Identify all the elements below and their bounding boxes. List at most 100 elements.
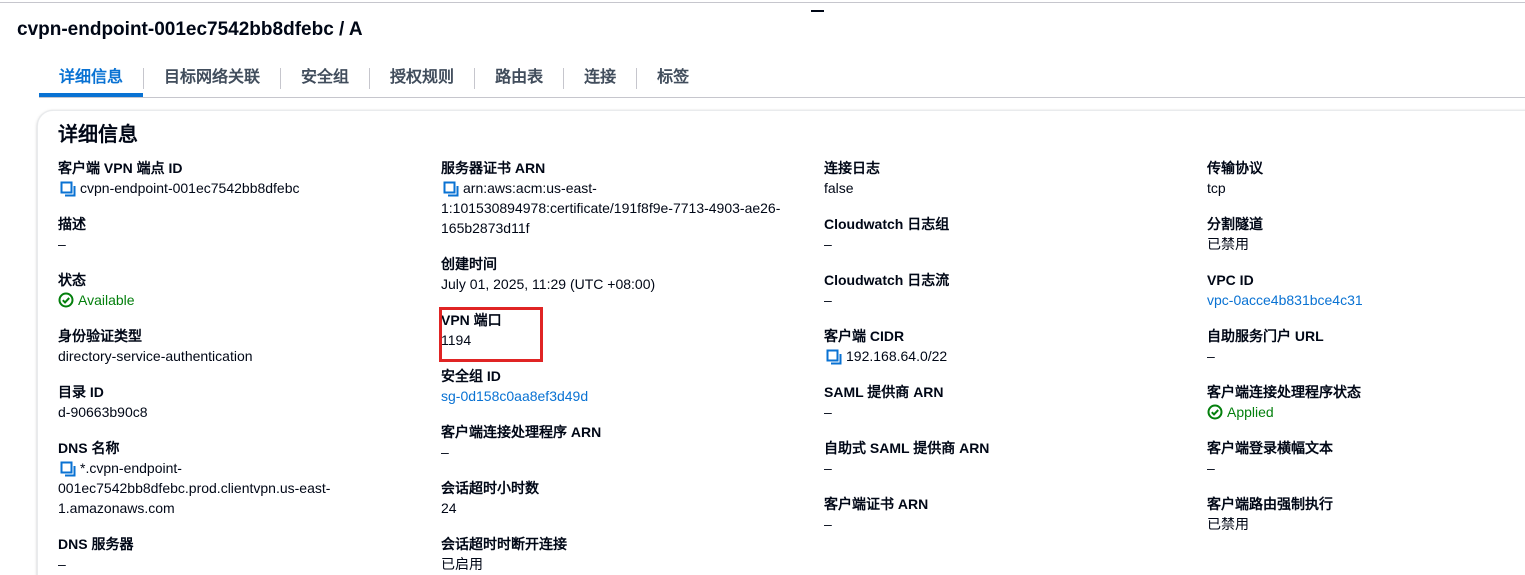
field-label: 连接日志 (824, 160, 880, 176)
resize-handle-icon[interactable] (811, 10, 824, 12)
field-value: – (1207, 348, 1215, 364)
status-text: Applied (1227, 404, 1274, 420)
field-label: SAML 提供商 ARN (824, 384, 944, 400)
field-label: 描述 (58, 216, 86, 232)
status-text: Available (78, 292, 135, 308)
field-server-cert-arn: 服务器证书 ARN arn:aws:acm:us-east- 1:1015308… (441, 156, 816, 252)
tab-bar-divider (39, 97, 1525, 98)
vpc-id-link[interactable]: vpc-0acce4b831bce4c31 (1207, 290, 1517, 310)
field-label: 创建时间 (441, 256, 497, 272)
field-value: – (441, 444, 449, 460)
field-label: 客户端登录横幅文本 (1207, 440, 1333, 456)
field-value: arn:aws:acm:us-east- (463, 180, 597, 196)
field-value: d-90663b90c8 (58, 404, 148, 420)
field-label: 会话超时小时数 (441, 480, 539, 496)
tab-target-network-associations[interactable]: 目标网络关联 (144, 62, 280, 94)
field-value-line: 1:101530894978:certificate/191f8f9e-7713… (441, 200, 781, 216)
tab-details[interactable]: 详细信息 (39, 62, 144, 97)
field-client-cert-arn: 客户端证书 ARN – (824, 492, 1184, 548)
tab-connections[interactable]: 连接 (564, 62, 636, 94)
field-label: 身份验证类型 (58, 328, 142, 344)
field-client-connect-handler-status: 客户端连接处理程序状态 Applied (1207, 380, 1517, 436)
field-dns-servers: DNS 服务器 – (58, 532, 408, 575)
field-session-timeout-hours: 会话超时小时数 24 (441, 476, 816, 532)
field-label: 客户端连接处理程序 ARN (441, 424, 602, 440)
field-label: 状态 (58, 272, 86, 288)
field-label: 客户端路由强制执行 (1207, 496, 1333, 512)
field-client-login-banner-text: 客户端登录横幅文本 – (1207, 436, 1517, 492)
field-value: – (824, 236, 832, 252)
field-value: directory-service-authentication (58, 348, 253, 364)
field-description: 描述 – (58, 212, 408, 268)
field-value: 已禁用 (1207, 516, 1249, 532)
field-value: 已启用 (441, 556, 483, 572)
field-value: *.cvpn-endpoint- (80, 460, 182, 476)
check-circle-icon (1207, 404, 1223, 420)
field-value-line: 1.amazonaws.com (58, 500, 175, 516)
details-column-4: 传输协议 tcp 分割隧道 已禁用 VPC ID vpc-0acce4b831b… (1207, 156, 1517, 548)
field-label: 自助服务门户 URL (1207, 328, 1324, 344)
field-saml-provider-arn: SAML 提供商 ARN – (824, 380, 1184, 436)
tab-tags[interactable]: 标签 (637, 62, 709, 94)
field-created-time: 创建时间 July 01, 2025, 11:29 (UTC +08:00) (441, 252, 816, 308)
field-label: 传输协议 (1207, 160, 1263, 176)
copy-icon[interactable] (824, 346, 846, 366)
field-label: 分割隧道 (1207, 216, 1263, 232)
top-divider (0, 2, 1525, 3)
field-security-group-id: 安全组 ID sg-0d158c0aa8ef3d49d (441, 364, 816, 420)
field-label: 客户端证书 ARN (824, 496, 929, 512)
field-value: 已禁用 (1207, 236, 1249, 252)
field-label: 客户端 CIDR (824, 328, 905, 344)
details-column-3: 连接日志 false Cloudwatch 日志组 – Cloudwatch 日… (824, 156, 1184, 548)
tab-security-groups[interactable]: 安全组 (281, 62, 369, 94)
page: cvpn-endpoint-001ec7542bb8dfebc / A 详细信息… (0, 0, 1525, 575)
field-transport-protocol: 传输协议 tcp (1207, 156, 1517, 212)
tab-route-table[interactable]: 路由表 (475, 62, 563, 94)
field-label: DNS 名称 (58, 440, 120, 456)
copy-icon[interactable] (441, 178, 463, 198)
field-label: 服务器证书 ARN (441, 160, 546, 176)
annotation-highlight-box (439, 307, 543, 362)
details-header: 详细信息 (58, 124, 138, 146)
field-client-route-enforcement: 客户端路由强制执行 已禁用 (1207, 492, 1517, 548)
field-value: – (824, 516, 832, 532)
field-value: tcp (1207, 180, 1226, 196)
page-title: cvpn-endpoint-001ec7542bb8dfebc / A (17, 19, 363, 40)
field-state: 状态 Available (58, 268, 408, 324)
field-cloudwatch-log-group: Cloudwatch 日志组 – (824, 212, 1184, 268)
field-label: 会话超时时断开连接 (441, 536, 567, 552)
field-self-service-portal-url: 自助服务门户 URL – (1207, 324, 1517, 380)
field-label: 客户端连接处理程序状态 (1207, 384, 1361, 400)
field-value: – (1207, 460, 1215, 476)
field-client-connect-handler-arn: 客户端连接处理程序 ARN – (441, 420, 816, 476)
field-value: 192.168.64.0/22 (846, 348, 948, 364)
tab-authorization-rules[interactable]: 授权规则 (370, 62, 474, 94)
field-connection-log: 连接日志 false (824, 156, 1184, 212)
field-label: DNS 服务器 (58, 536, 134, 552)
check-circle-icon (58, 292, 74, 308)
details-column-1: 客户端 VPN 端点 ID cvpn-endpoint-001ec7542bb8… (58, 156, 408, 575)
field-endpoint-id: 客户端 VPN 端点 ID cvpn-endpoint-001ec7542bb8… (58, 156, 408, 212)
field-label: Cloudwatch 日志组 (824, 216, 950, 232)
tab-bar: 详细信息 目标网络关联 安全组 授权规则 路由表 连接 标签 (39, 62, 709, 98)
field-client-cidr: 客户端 CIDR 192.168.64.0/22 (824, 324, 1184, 380)
field-value: – (824, 404, 832, 420)
field-label: 安全组 ID (441, 368, 501, 384)
field-disconnect-on-session-timeout: 会话超时时断开连接 已启用 (441, 532, 816, 575)
field-value-line: 165b2873d11f (441, 220, 530, 236)
field-value: false (824, 180, 854, 196)
field-cloudwatch-log-stream: Cloudwatch 日志流 – (824, 268, 1184, 324)
field-value: – (824, 292, 832, 308)
field-dns-name: DNS 名称 *.cvpn-endpoint- 001ec7542bb8dfeb… (58, 436, 408, 532)
field-auth-type: 身份验证类型 directory-service-authentication (58, 324, 408, 380)
field-label: 客户端 VPN 端点 ID (58, 160, 183, 176)
field-directory-id: 目录 ID d-90663b90c8 (58, 380, 408, 436)
copy-icon[interactable] (58, 458, 80, 478)
copy-icon[interactable] (58, 178, 80, 198)
field-label: 目录 ID (58, 384, 104, 400)
field-vpc-id: VPC ID vpc-0acce4b831bce4c31 (1207, 268, 1517, 324)
security-group-link[interactable]: sg-0d158c0aa8ef3d49d (441, 386, 816, 406)
field-label: VPC ID (1207, 272, 1254, 288)
field-value: – (824, 460, 832, 476)
field-label: Cloudwatch 日志流 (824, 272, 950, 288)
